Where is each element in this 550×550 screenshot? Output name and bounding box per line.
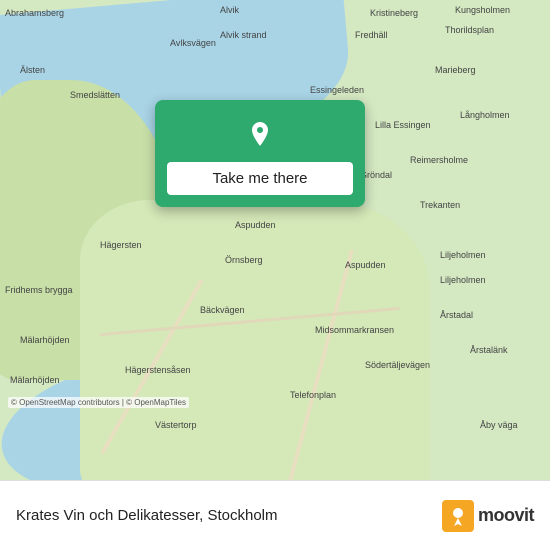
map-container: AbrahamsbergAlvikKristinebergKungsholmen… [0,0,550,480]
location-label: Krates Vin och Delikatesser, Stockholm [16,507,278,524]
popup-card: Take me there [155,100,365,207]
moovit-brand-text: moovit [478,505,534,526]
location-pin-icon [242,116,278,152]
moovit-logo: moovit [442,500,534,532]
take-me-there-button[interactable]: Take me there [167,162,353,195]
moovit-icon [442,500,474,532]
land-center-bottom [80,200,430,480]
bottom-bar: Krates Vin och Delikatesser, Stockholm m… [0,480,550,550]
map-attribution: © OpenStreetMap contributors | © OpenMap… [8,397,189,408]
